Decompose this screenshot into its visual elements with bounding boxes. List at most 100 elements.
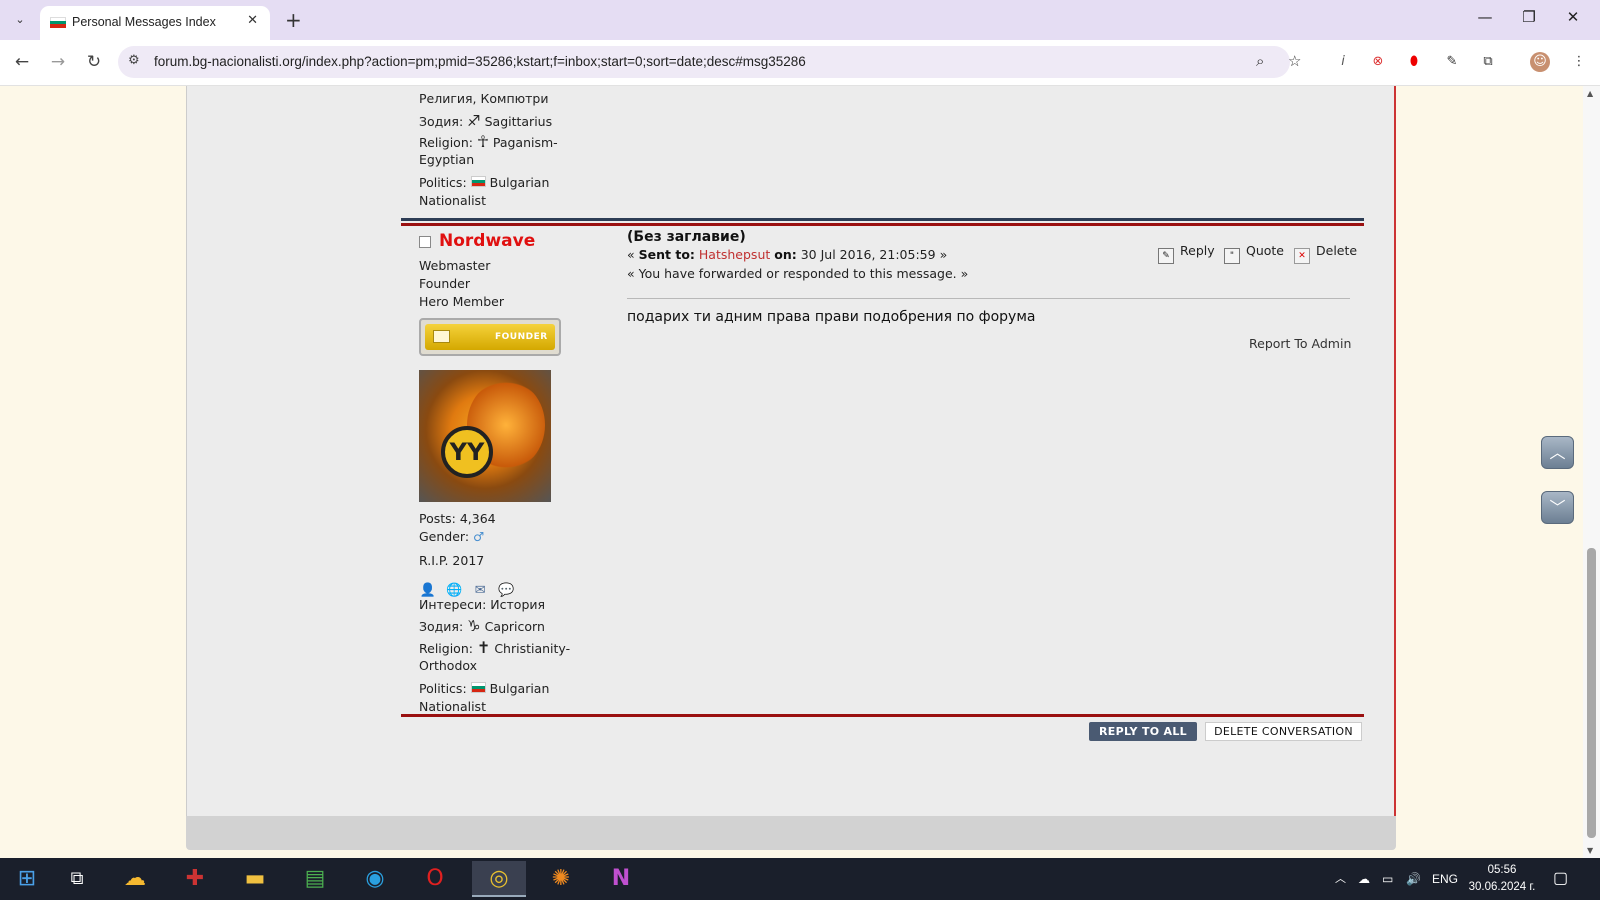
onenote-app-icon[interactable]: N: [594, 861, 648, 897]
forward-icon[interactable]: →: [47, 52, 69, 72]
info-extension-icon[interactable]: i: [1333, 52, 1353, 72]
on-label: on:: [774, 247, 797, 262]
page-scrollbar[interactable]: ▲ ▼: [1583, 86, 1600, 858]
quote-button[interactable]: " Quote: [1224, 243, 1284, 264]
extensions-puzzle-icon[interactable]: ⧉: [1478, 52, 1498, 72]
site-info-icon[interactable]: ⚙: [128, 53, 140, 68]
file-explorer-icon[interactable]: ▬: [228, 861, 282, 897]
chrome-browser-icon[interactable]: ◎: [472, 861, 526, 897]
task-view-icon[interactable]: ⧉: [50, 861, 104, 897]
xnview-app-icon[interactable]: ✺: [534, 861, 588, 897]
cross-icon: ✝: [476, 638, 491, 657]
menu-icon[interactable]: ⋮: [1569, 52, 1589, 72]
delete-button[interactable]: ✕ Delete: [1294, 243, 1357, 264]
religion-value: Paganism-: [492, 135, 558, 150]
chevron-down-icon[interactable]: ⌄: [10, 10, 30, 30]
scroll-up-arrow-icon[interactable]: ▲: [1587, 89, 1593, 98]
tab-title: Personal Messages Index: [72, 15, 216, 29]
start-button-icon[interactable]: ⊞: [0, 861, 54, 897]
poster-name[interactable]: Nordwave: [439, 231, 535, 251]
scroll-thumb[interactable]: [1587, 548, 1596, 838]
zodiac-label: Зодия:: [419, 619, 464, 634]
gender-row: Gender: ♂: [419, 528, 484, 546]
delete-label: Delete: [1316, 243, 1358, 258]
browser-tab[interactable]: Personal Messages Index ✕: [40, 6, 270, 40]
minimize-icon[interactable]: —: [1470, 8, 1500, 26]
sent-to-label: Sent to:: [638, 247, 695, 262]
religion-row: Religion: ☥ Paganism-: [419, 133, 558, 152]
politics-value-cont: Nationalist: [419, 193, 486, 208]
pen-extension-icon[interactable]: ✎: [1442, 52, 1462, 72]
window-close-icon[interactable]: ✕: [1558, 8, 1588, 26]
bulgarian-flag-icon: [50, 17, 66, 28]
weather-icon[interactable]: ☁: [108, 861, 162, 897]
religion-value-cont: Orthodox: [419, 658, 478, 673]
zodiac-value: Capricorn: [484, 619, 545, 634]
custom-text: R.I.P. 2017: [419, 553, 485, 568]
notifications-icon[interactable]: ▢: [1553, 858, 1568, 900]
quote-mark: »: [939, 247, 948, 262]
zoom-icon[interactable]: ⌕: [1256, 52, 1264, 70]
network-icon[interactable]: ▭: [1382, 858, 1393, 900]
bulgarian-flag-icon: [470, 176, 486, 187]
reload-icon[interactable]: ↻: [83, 52, 105, 72]
url-text[interactable]: forum.bg-nacionalisti.org/index.php?acti…: [154, 54, 806, 69]
politics-row: Politics: Bulgarian: [419, 680, 549, 698]
reply-to-all-button[interactable]: REPLY TO ALL: [1089, 722, 1197, 741]
back-icon[interactable]: ←: [11, 52, 33, 72]
address-bar[interactable]: ⚙ forum.bg-nacionalisti.org/index.php?ac…: [118, 46, 1301, 78]
reply-button[interactable]: ✎ Reply: [1158, 243, 1215, 264]
religion-label: Religion:: [419, 135, 473, 150]
member-group: Hero Member: [419, 294, 504, 309]
reply-label: Reply: [1180, 243, 1215, 258]
scroll-down-arrow-icon[interactable]: ▼: [1587, 846, 1593, 855]
opera-extension-icon[interactable]: ⬮: [1404, 52, 1424, 72]
message-subject[interactable]: (Без заглавие): [627, 229, 746, 245]
recipient-link[interactable]: Hatshepsut: [699, 247, 770, 262]
male-icon: ♂: [473, 529, 485, 544]
politics-value: Bulgarian: [489, 681, 550, 696]
language-indicator[interactable]: ENG: [1432, 858, 1458, 900]
delete-conversation-button[interactable]: DELETE CONVERSATION: [1205, 722, 1362, 741]
religion-row: Religion: ✝ Christianity-: [419, 639, 570, 658]
reply-icon: ✎: [1158, 248, 1174, 264]
spreadsheet-app-icon[interactable]: ▤: [288, 861, 342, 897]
taskbar-clock[interactable]: 05:56 30.06.2024 г.: [1462, 862, 1542, 896]
language-flag-icon[interactable]: ✚: [168, 861, 222, 897]
close-icon[interactable]: ✕: [247, 13, 258, 28]
scroll-to-top-icon[interactable]: ︿: [1541, 436, 1574, 469]
cloud-sync-icon[interactable]: ☁: [1358, 858, 1370, 900]
report-to-admin-link[interactable]: Report To Admin: [1249, 336, 1351, 351]
member-title-webmaster: Webmaster: [419, 258, 491, 273]
interests-text: Интереси: История: [419, 597, 546, 612]
gender-label: Gender:: [419, 529, 470, 544]
page-viewport: Религия, Компютри Зодия: ♐ Sagittarius R…: [0, 86, 1583, 858]
zodiac-row: Зодия: ♑ Capricorn: [419, 617, 545, 636]
volume-icon[interactable]: 🔊: [1406, 858, 1421, 900]
sagittarius-icon: ♐: [467, 112, 481, 130]
message-date: 30 Jul 2016, 21:05:59: [800, 247, 936, 262]
restore-icon[interactable]: ❐: [1514, 8, 1544, 26]
edge-browser-icon[interactable]: ◉: [348, 861, 402, 897]
interests-text: Религия, Компютри: [419, 91, 549, 106]
message-body: подарих ти адним права прави подобрения …: [627, 309, 1036, 325]
id-card-icon: [433, 330, 450, 343]
profile-avatar-icon[interactable]: ☺: [1530, 52, 1550, 72]
post-separator-red: [401, 714, 1364, 717]
religion-label: Religion:: [419, 641, 473, 656]
message-divider: [627, 298, 1350, 299]
zodiac-row: Зодия: ♐ Sagittarius: [419, 112, 552, 131]
forwarded-note: « You have forwarded or responded to thi…: [627, 266, 969, 281]
avatar-emblem: YY: [441, 426, 493, 478]
opera-browser-icon[interactable]: O: [408, 861, 462, 897]
scroll-to-bottom-icon[interactable]: ﹀: [1541, 491, 1574, 524]
politics-value: Bulgarian: [489, 175, 550, 190]
avatar: YY: [419, 370, 551, 502]
quote-icon: ": [1224, 248, 1240, 264]
tray-overflow-icon[interactable]: ︿: [1335, 858, 1346, 900]
browser-toolbar: ← → ↻ ⚙ forum.bg-nacionalisti.org/index.…: [0, 40, 1600, 86]
blocker-extension-icon[interactable]: ⊗: [1368, 52, 1388, 72]
founder-badge: FOUNDER: [419, 318, 561, 356]
new-tab-button[interactable]: +: [285, 8, 302, 32]
bookmark-star-icon[interactable]: ☆: [1288, 52, 1301, 70]
